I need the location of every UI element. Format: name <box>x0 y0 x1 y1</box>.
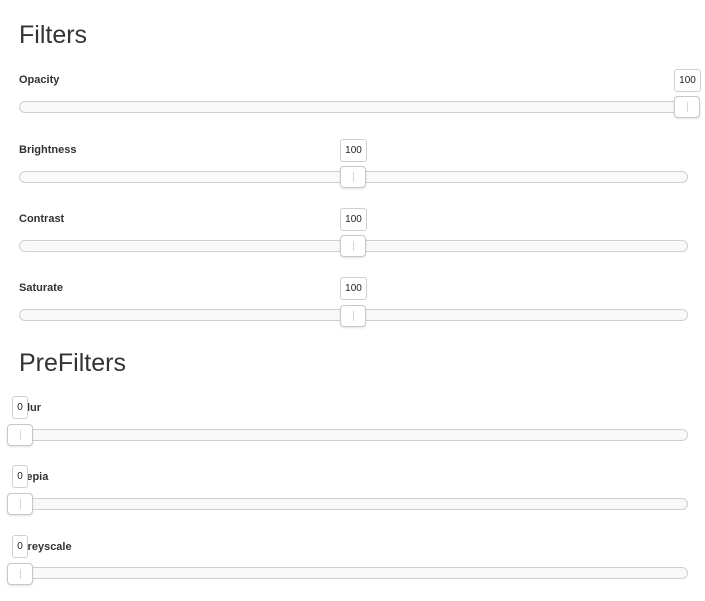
grip-icon <box>353 172 354 182</box>
opacity-slider-track[interactable] <box>19 101 688 113</box>
contrast-slider-handle[interactable] <box>340 235 366 257</box>
brightness-value-tooltip: 100 <box>340 139 367 162</box>
contrast-label: Contrast <box>19 213 65 225</box>
saturate-slider-handle[interactable] <box>340 305 366 327</box>
grip-icon <box>20 430 21 440</box>
contrast-value-tooltip: 100 <box>340 208 367 231</box>
opacity-value-tooltip: 100 <box>674 69 701 92</box>
filters-section-title: Filters <box>19 21 88 49</box>
blur-slider-handle[interactable] <box>7 424 33 446</box>
greyscale-slider-track[interactable] <box>19 567 688 579</box>
grip-icon <box>20 499 21 509</box>
grip-icon <box>353 241 354 251</box>
greyscale-slider-handle[interactable] <box>7 563 33 585</box>
brightness-slider-handle[interactable] <box>340 166 366 188</box>
sepia-value-tooltip: 0 <box>12 465 28 488</box>
filter-panel: Filters Opacity 100 Brightness 100 Contr… <box>0 0 705 601</box>
prefilters-section-title: PreFilters <box>19 349 126 377</box>
sepia-slider-track[interactable] <box>19 498 688 510</box>
opacity-slider-handle[interactable] <box>674 96 700 118</box>
blur-slider-track[interactable] <box>19 429 688 441</box>
greyscale-value-tooltip: 0 <box>12 535 28 558</box>
brightness-label: Brightness <box>19 144 77 156</box>
opacity-label: Opacity <box>19 74 60 86</box>
grip-icon <box>687 102 688 112</box>
grip-icon <box>353 311 354 321</box>
saturate-value-tooltip: 100 <box>340 277 367 300</box>
saturate-label: Saturate <box>19 282 64 294</box>
grip-icon <box>20 569 21 579</box>
sepia-slider-handle[interactable] <box>7 493 33 515</box>
blur-value-tooltip: 0 <box>12 396 28 419</box>
